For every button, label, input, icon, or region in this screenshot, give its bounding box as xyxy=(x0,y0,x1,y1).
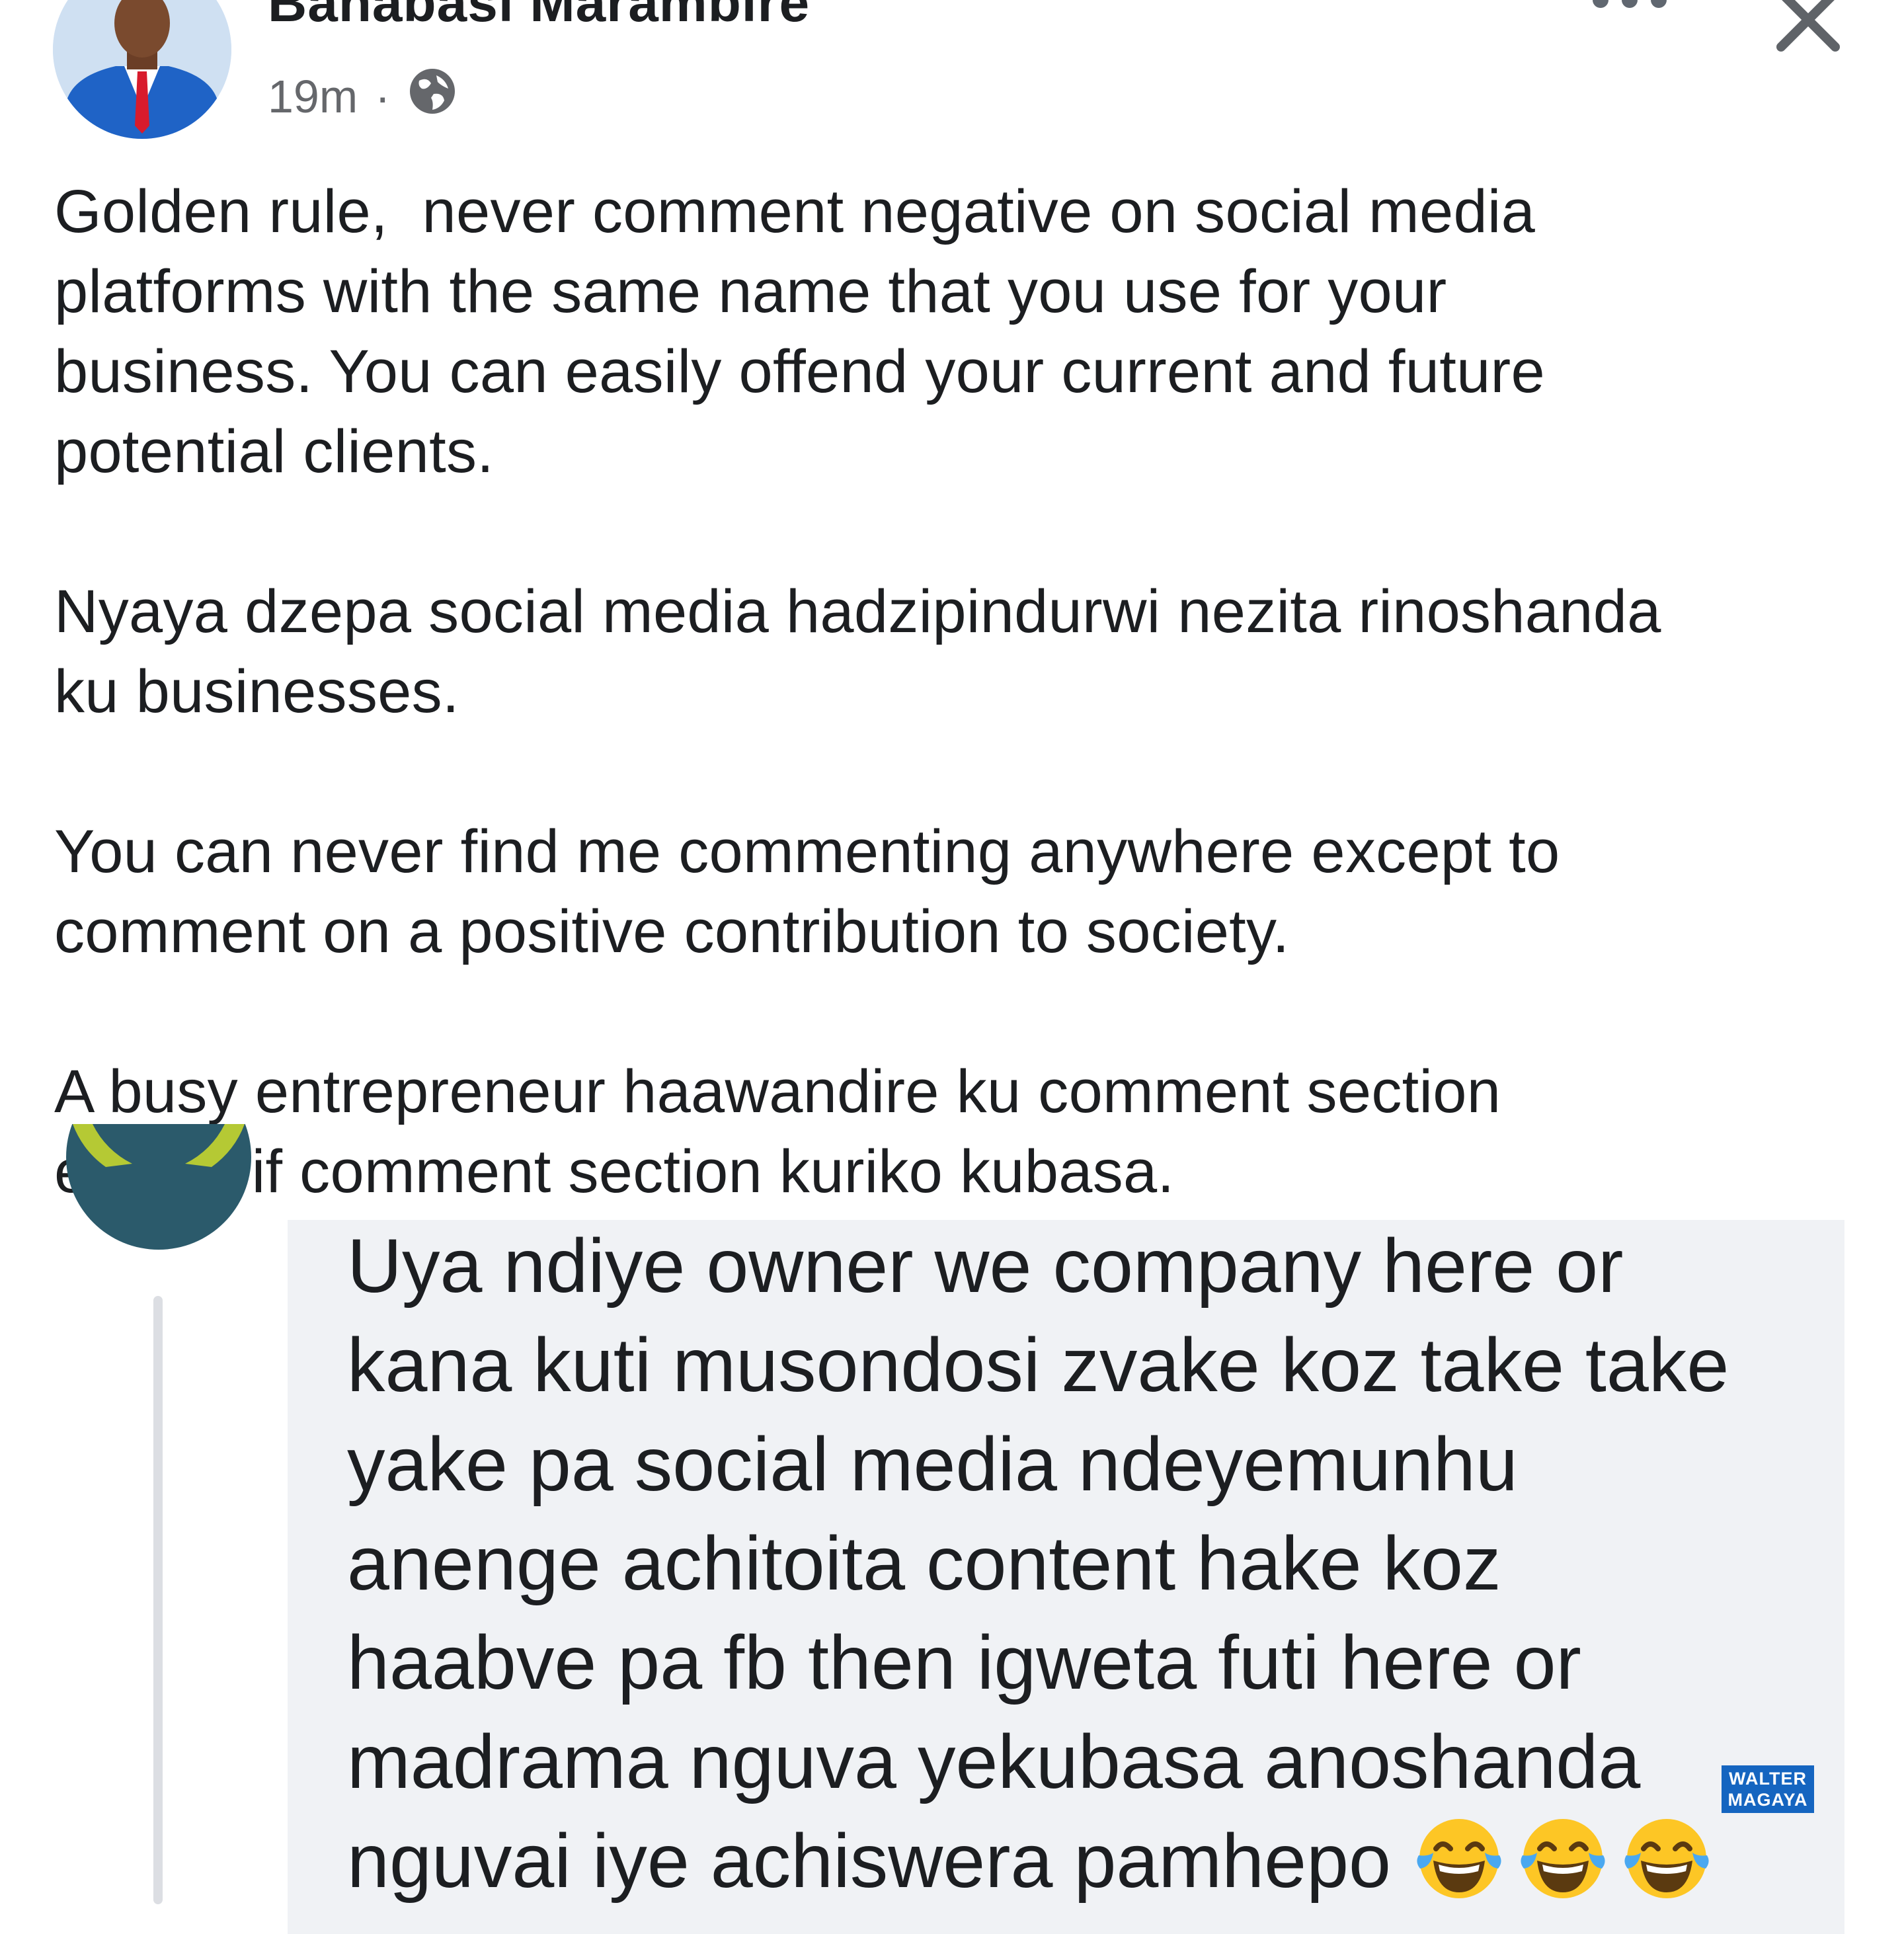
watermark-logo: WALTER MAGAYA xyxy=(1722,1765,1814,1813)
more-options-icon xyxy=(1593,0,1608,8)
close-icon xyxy=(1776,0,1840,52)
reply-thread-line xyxy=(153,1296,163,1904)
more-options-dot xyxy=(1651,0,1667,8)
face-with-tears-of-joy-icon xyxy=(1417,1819,1501,1899)
meta-separator: · xyxy=(375,71,391,122)
author-photo xyxy=(53,0,231,139)
close-button[interactable] xyxy=(1772,0,1844,56)
commenter-avatar[interactable] xyxy=(66,1124,251,1273)
comment-text: Uya ndiye owner we company here or kana … xyxy=(347,1217,1854,1912)
more-options-dot xyxy=(1622,0,1638,8)
author-avatar[interactable] xyxy=(53,0,231,139)
watermark-line2: MAGAYA xyxy=(1727,1790,1808,1810)
globe-icon xyxy=(407,66,457,127)
more-options-button[interactable] xyxy=(1577,0,1683,26)
emoji-group xyxy=(1415,1814,1712,1904)
author-name[interactable]: Banabasi Marambire xyxy=(268,0,810,34)
post-meta: 19m · xyxy=(268,66,457,127)
face-with-tears-of-joy-icon xyxy=(1521,1819,1605,1899)
face-with-tears-of-joy-icon xyxy=(1624,1819,1709,1899)
comment-text-body: Uya ndiye owner we company here or kana … xyxy=(347,1224,1729,1904)
post-text: Golden rule, never comment negative on s… xyxy=(54,178,1661,1205)
watermark-line1: WALTER xyxy=(1729,1769,1807,1789)
post-time[interactable]: 19m xyxy=(268,70,358,123)
